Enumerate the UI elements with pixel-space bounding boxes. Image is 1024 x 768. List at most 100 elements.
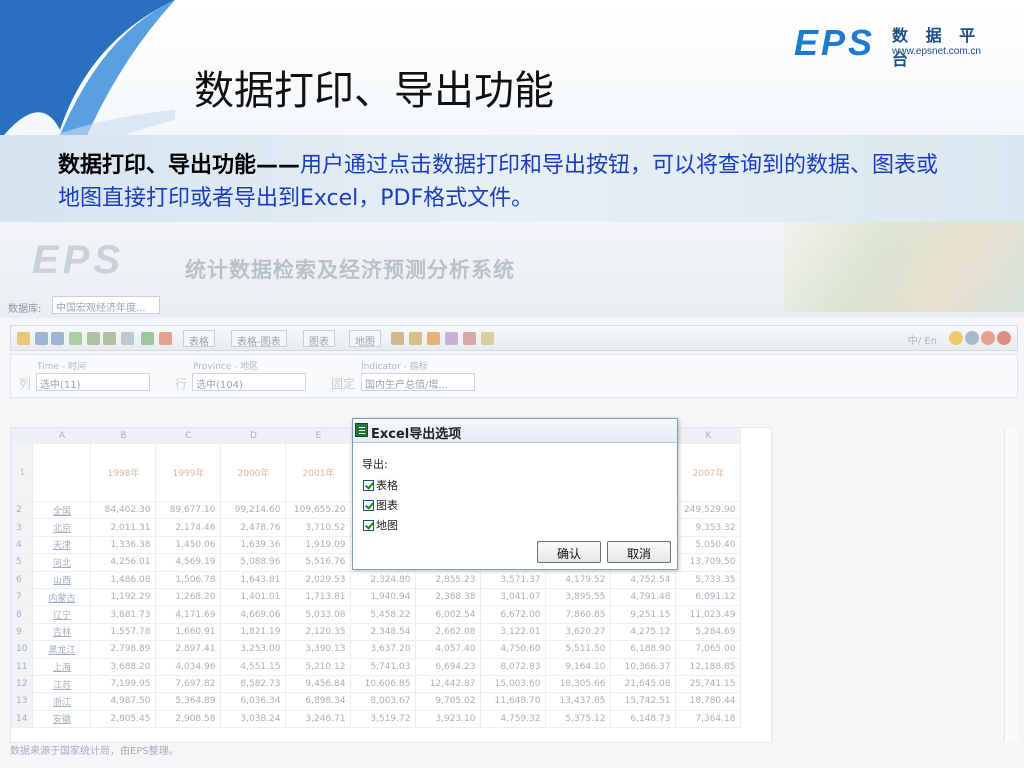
province-link[interactable]: 天津 [32, 535, 92, 555]
value-cell[interactable]: 12,188.85 [675, 657, 742, 676]
value-cell[interactable]: 1,940.94 [350, 587, 417, 607]
database-select[interactable]: 中国宏观经济年度... [52, 296, 160, 314]
value-cell[interactable]: 8,003.67 [350, 692, 417, 711]
value-cell[interactable]: 3,390.13 [285, 640, 352, 659]
value-cell[interactable]: 3,710.52 [285, 518, 352, 537]
province-link[interactable]: 北京 [32, 518, 92, 537]
value-cell[interactable]: 6,672.00 [480, 605, 547, 624]
value-cell[interactable]: 4,171.69 [155, 605, 222, 624]
value-cell[interactable]: 2,798.89 [90, 640, 157, 659]
value-cell[interactable]: 4,669.06 [220, 605, 287, 624]
value-cell[interactable]: 7,860.85 [545, 605, 612, 624]
value-cell[interactable]: 6,036.34 [220, 692, 287, 711]
value-cell[interactable]: 3,038.24 [220, 709, 287, 729]
save-as-icon[interactable] [51, 332, 64, 345]
value-cell[interactable]: 5,050.40 [675, 535, 742, 555]
value-cell[interactable]: 3,637.20 [350, 640, 417, 659]
value-cell[interactable]: 3,246.71 [285, 709, 352, 729]
column-header[interactable]: K [675, 428, 742, 444]
province-link[interactable]: 江苏 [32, 674, 92, 694]
refresh-icon[interactable] [69, 332, 82, 345]
indicator-select[interactable]: 国内生产总值/增... [361, 373, 475, 391]
value-cell[interactable]: 1,192.29 [90, 587, 157, 607]
value-cell[interactable]: 5,033.08 [285, 605, 352, 624]
value-cell[interactable]: 5,516.76 [285, 553, 352, 572]
value-cell[interactable]: 99,214.60 [220, 500, 287, 520]
value-cell[interactable]: 15,003.60 [480, 674, 547, 694]
value-cell[interactable]: 12,442.87 [415, 674, 482, 694]
value-cell[interactable]: 1,401.01 [220, 587, 287, 607]
value-cell[interactable]: 1,919.09 [285, 535, 352, 555]
value-cell[interactable]: 2,855.23 [415, 570, 482, 589]
confirm-button[interactable]: 确认 [537, 541, 601, 563]
province-link[interactable]: 辽宁 [32, 605, 92, 624]
value-cell[interactable]: 9,456.84 [285, 674, 352, 694]
value-cell[interactable]: 3,923.10 [415, 709, 482, 729]
value-cell[interactable]: 1,713.81 [285, 587, 352, 607]
province-link[interactable]: 山西 [32, 570, 92, 589]
value-cell[interactable]: 109,655.20 [285, 500, 352, 520]
value-cell[interactable]: 4,179.52 [545, 570, 612, 589]
user-icon[interactable] [949, 331, 963, 345]
value-cell[interactable]: 2,324.80 [350, 570, 417, 589]
value-cell[interactable]: 3,571.37 [480, 570, 547, 589]
value-cell[interactable]: 5,375.12 [545, 709, 612, 729]
column-header[interactable]: C [155, 428, 222, 444]
value-cell[interactable]: 9,353.32 [675, 518, 742, 537]
value-cell[interactable]: 2,120.35 [285, 622, 352, 642]
value-cell[interactable]: 6,188.90 [610, 640, 677, 659]
value-cell[interactable]: 7,697.82 [155, 674, 222, 694]
table-chart-button[interactable]: 表格-图表 [231, 330, 287, 348]
column-header[interactable]: D [220, 428, 287, 444]
value-cell[interactable]: 8,582.73 [220, 674, 287, 694]
home-icon[interactable] [981, 331, 995, 345]
value-cell[interactable]: 2,029.53 [285, 570, 352, 589]
help-icon[interactable] [965, 331, 979, 345]
open-icon[interactable] [17, 332, 30, 345]
value-cell[interactable]: 4,791.48 [610, 587, 677, 607]
export-excel-icon[interactable] [141, 332, 154, 345]
value-cell[interactable]: 2,174.46 [155, 518, 222, 537]
value-cell[interactable]: 7,199.95 [90, 674, 157, 694]
value-cell[interactable]: 4,057.40 [415, 640, 482, 659]
province-link[interactable]: 全国 [32, 500, 92, 520]
value-cell[interactable]: 1,486.08 [90, 570, 157, 589]
value-cell[interactable]: 4,750.60 [480, 640, 547, 659]
value-cell[interactable]: 5,458.22 [350, 605, 417, 624]
value-cell[interactable]: 3,519.72 [350, 709, 417, 729]
save-icon[interactable] [35, 332, 48, 345]
forward-icon[interactable] [103, 332, 116, 345]
value-cell[interactable]: 7,364.18 [675, 709, 742, 729]
year-cell[interactable]: 2007年 [675, 443, 742, 502]
value-cell[interactable]: 5,088.96 [220, 553, 287, 572]
province-link[interactable]: 内蒙古 [32, 587, 92, 607]
value-cell[interactable]: 3,881.73 [90, 605, 157, 624]
value-cell[interactable]: 4,987.50 [90, 692, 157, 711]
value-cell[interactable]: 2,348.54 [350, 622, 417, 642]
value-cell[interactable]: 21,645.08 [610, 674, 677, 694]
value-cell[interactable]: 5,364.89 [155, 692, 222, 711]
value-cell[interactable]: 5,733.35 [675, 570, 742, 589]
year-cell[interactable]: 1998年 [90, 443, 157, 502]
value-cell[interactable]: 9,705.02 [415, 692, 482, 711]
value-cell[interactable]: 6,148.73 [610, 709, 677, 729]
value-cell[interactable]: 5,284.69 [675, 622, 742, 642]
value-cell[interactable]: 7,065.00 [675, 640, 742, 659]
close-icon[interactable] [997, 331, 1011, 345]
value-cell[interactable]: 18,780.44 [675, 692, 742, 711]
value-cell[interactable]: 3,620.27 [545, 622, 612, 642]
province-link[interactable]: 安徽 [32, 709, 92, 729]
value-cell[interactable]: 5,511.50 [545, 640, 612, 659]
value-cell[interactable]: 2,011.31 [90, 518, 157, 537]
value-cell[interactable]: 4,759.32 [480, 709, 547, 729]
value-cell[interactable]: 5,741.03 [350, 657, 417, 676]
value-cell[interactable]: 4,275.12 [610, 622, 677, 642]
analysis-icon[interactable] [463, 332, 476, 345]
value-cell[interactable]: 6,091.12 [675, 587, 742, 607]
column-header[interactable]: E [285, 428, 352, 444]
value-cell[interactable]: 13,437.85 [545, 692, 612, 711]
value-cell[interactable]: 4,034.96 [155, 657, 222, 676]
language-toggle[interactable]: 中/ En [908, 332, 937, 347]
calc-icon[interactable] [445, 332, 458, 345]
value-cell[interactable]: 2,662.08 [415, 622, 482, 642]
